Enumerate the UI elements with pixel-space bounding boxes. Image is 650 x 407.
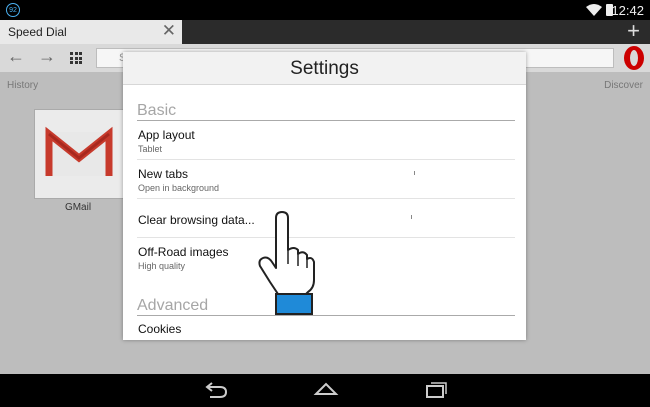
settings-dialog: Settings Basic App layout Tablet New tab…: [123, 52, 526, 340]
setting-subtitle: High quality: [138, 261, 186, 271]
setting-title: Clear browsing data...: [138, 213, 255, 227]
grid-icon[interactable]: [70, 52, 82, 64]
row-marker: [414, 171, 415, 175]
setting-title: Off-Road images: [138, 245, 229, 259]
section-heading-basic: Basic: [137, 102, 177, 119]
history-label[interactable]: History: [7, 80, 38, 91]
status-bar: 92 12:42: [0, 0, 650, 20]
row-divider: [137, 159, 515, 160]
pointing-hand-icon: [258, 211, 315, 315]
setting-title: App layout: [138, 128, 195, 142]
tile-label: GMail: [64, 202, 92, 213]
tab-speed-dial[interactable]: Speed Dial ✕: [0, 20, 182, 44]
row-divider: [137, 198, 515, 199]
setting-subtitle: Open in background: [138, 183, 220, 193]
setting-subtitle: Tablet: [138, 144, 163, 154]
gmail-logo-icon: [45, 126, 113, 176]
nav-bar: [0, 374, 650, 407]
home-icon[interactable]: [313, 380, 339, 400]
arrow-left-icon[interactable]: ←: [7, 46, 25, 67]
recent-apps-icon[interactable]: [423, 380, 449, 400]
back-icon[interactable]: [204, 380, 228, 400]
tab-title: Speed Dial: [8, 25, 67, 39]
row-marker: [411, 215, 412, 219]
clock: 12:42: [611, 3, 644, 18]
section-divider: [137, 120, 515, 121]
wifi-icon: [586, 4, 602, 16]
speed-dial-tile-gmail[interactable]: [34, 109, 124, 199]
section-divider: [137, 315, 515, 316]
discover-label[interactable]: Discover: [604, 80, 643, 91]
arrow-right-icon[interactable]: →: [38, 46, 56, 67]
row-divider: [137, 237, 515, 238]
setting-title: New tabs: [138, 167, 189, 181]
dialog-title: Settings: [290, 58, 359, 79]
opera-logo-icon[interactable]: [624, 46, 644, 70]
section-heading-advanced: Advanced: [137, 297, 209, 314]
setting-title: Cookies: [138, 322, 182, 336]
notification-icon: 92: [6, 3, 20, 17]
dialog-header: Settings: [123, 52, 526, 85]
close-icon[interactable]: ✕: [162, 22, 176, 40]
tab-bar: Speed Dial ✕ +: [0, 20, 650, 44]
plus-icon[interactable]: +: [627, 20, 640, 42]
